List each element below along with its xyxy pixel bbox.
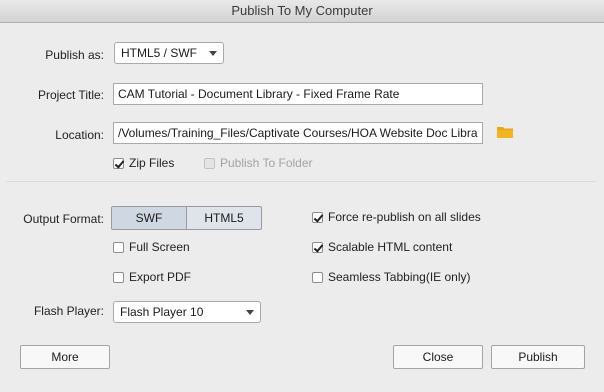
full-screen-checkbox[interactable]: Full Screen — [113, 240, 190, 254]
scalable-html-checkbox[interactable]: Scalable HTML content — [312, 240, 452, 254]
zip-files-label: Zip Files — [129, 156, 175, 170]
location-input[interactable]: /Volumes/Training_Files/Captivate Course… — [113, 122, 483, 144]
force-republish-box[interactable] — [312, 211, 323, 223]
full-screen-label: Full Screen — [129, 240, 190, 254]
publish-as-value: HTML5 / SWF — [121, 46, 198, 60]
publish-to-folder-label: Publish To Folder — [220, 156, 313, 170]
seamless-tabbing-checkbox[interactable]: Seamless Tabbing(IE only) — [312, 270, 471, 284]
location-label: Location: — [55, 128, 104, 142]
publish-as-select[interactable]: HTML5 / SWF — [114, 42, 224, 64]
more-button[interactable]: More — [20, 345, 110, 369]
window-title: Publish To My Computer — [0, 0, 604, 23]
publish-to-folder-box[interactable] — [204, 157, 215, 169]
export-pdf-label: Export PDF — [129, 270, 192, 284]
scalable-html-label: Scalable HTML content — [328, 240, 453, 254]
full-screen-box[interactable] — [113, 241, 124, 253]
flash-player-label: Flash Player: — [33, 304, 104, 318]
force-republish-label: Force re-publish on all slides — [328, 210, 481, 224]
project-title-label: Project Title: — [37, 88, 104, 102]
project-title-input[interactable]: CAM Tutorial - Document Library - Fixed … — [113, 83, 483, 105]
seamless-tabbing-label: Seamless Tabbing(IE only) — [328, 270, 471, 284]
flash-player-value: Flash Player 10 — [120, 305, 204, 319]
publish-button[interactable]: Publish — [491, 345, 585, 369]
output-format-label: Output Format: — [23, 212, 104, 226]
export-pdf-box[interactable] — [113, 271, 124, 283]
scalable-html-box[interactable] — [312, 241, 323, 253]
publish-to-folder-checkbox[interactable]: Publish To Folder — [204, 156, 313, 170]
folder-icon[interactable] — [497, 126, 513, 138]
chevron-down-icon — [246, 310, 254, 315]
seamless-tabbing-box[interactable] — [312, 271, 323, 283]
section-divider — [6, 181, 596, 182]
chevron-down-icon — [209, 51, 217, 56]
zip-files-box[interactable] — [113, 157, 124, 169]
close-button[interactable]: Close — [393, 345, 483, 369]
zip-files-checkbox[interactable]: Zip Files — [113, 156, 174, 170]
export-pdf-checkbox[interactable]: Export PDF — [113, 270, 191, 284]
force-republish-checkbox[interactable]: Force re-publish on all slides — [312, 210, 481, 224]
flash-player-select[interactable]: Flash Player 10 — [113, 301, 261, 323]
output-format-html5-button[interactable]: HTML5 — [186, 206, 262, 230]
output-format-swf-button[interactable]: SWF — [111, 206, 187, 230]
publish-as-label: Publish as: — [45, 48, 104, 62]
